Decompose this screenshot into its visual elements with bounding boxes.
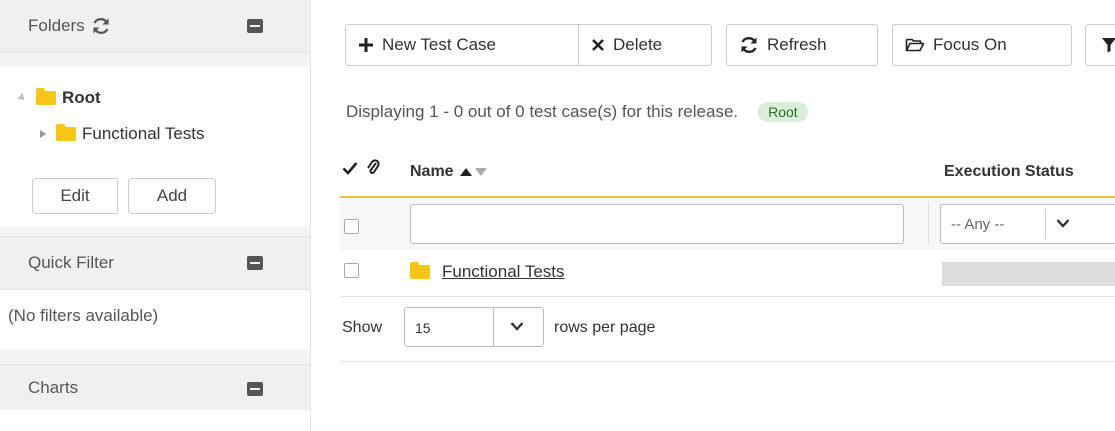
refresh-icon <box>741 36 757 54</box>
new-test-case-button[interactable]: New Test Case <box>345 24 579 66</box>
folder-icon <box>36 88 56 105</box>
edit-folder-button[interactable]: Edit <box>32 178 118 214</box>
folders-title-label: Folders <box>28 16 85 35</box>
tree-item-label: Functional Tests <box>82 124 205 143</box>
execution-status-column-header[interactable]: Execution Status <box>944 163 1074 181</box>
select-divider <box>1045 209 1046 239</box>
plus-icon <box>359 38 373 52</box>
name-column-label: Name <box>410 163 454 180</box>
status-line: Displaying 1 - 0 out of 0 test case(s) f… <box>346 102 808 122</box>
charts-body <box>0 410 310 431</box>
rows-per-page-value: 15 <box>415 320 431 336</box>
delete-label: Delete <box>613 35 663 54</box>
root-badge[interactable]: Root <box>758 102 808 122</box>
execution-status-bar <box>942 262 1115 286</box>
name-column-header[interactable]: Name <box>410 163 487 181</box>
expand-arrow-icon[interactable] <box>17 93 27 103</box>
folder-icon <box>56 124 76 141</box>
charts-title: Charts <box>28 378 79 397</box>
rows-per-page-label: rows per page <box>554 319 656 336</box>
tree-item-root[interactable]: Root <box>17 88 101 108</box>
filter-row-checkbox[interactable] <box>344 219 359 234</box>
folder-row-link[interactable]: Functional Tests <box>410 262 565 282</box>
filter-button[interactable] <box>1085 24 1115 66</box>
collapsed-arrow-icon[interactable] <box>40 130 46 138</box>
focus-on-button[interactable]: Focus On <box>892 24 1072 66</box>
table-row[interactable]: Functional Tests <box>340 250 1115 297</box>
tree-item-label: Root <box>62 88 101 107</box>
select-all-check-icon[interactable] <box>342 161 358 175</box>
close-icon <box>592 39 604 51</box>
no-filters-text: (No filters available) <box>8 306 159 325</box>
charts-panel-header: Charts <box>0 364 310 412</box>
focus-on-label: Focus On <box>933 35 1007 54</box>
new-test-case-label: New Test Case <box>382 35 497 54</box>
refresh-button[interactable]: Refresh <box>726 24 878 66</box>
table-header: Name Execution Status <box>340 152 1115 198</box>
collapse-icon[interactable] <box>247 256 263 270</box>
execution-status-filter-select[interactable]: -- Any -- <box>940 204 1115 244</box>
rows-per-page-select[interactable]: 15 <box>404 307 544 347</box>
row-checkbox[interactable] <box>344 263 359 278</box>
quick-filter-title: Quick Filter <box>28 253 114 272</box>
folder-tree: Root Functional Tests Edit Add <box>0 66 310 226</box>
pager: Show 15 rows per page <box>340 297 1115 362</box>
collapse-icon[interactable] <box>247 19 263 33</box>
sidebar: Folders Root Functional Tests Edit Add Q… <box>0 0 311 431</box>
sort-descending-icon[interactable] <box>474 168 487 176</box>
delete-button[interactable]: Delete <box>578 24 712 66</box>
row-name-link[interactable]: Functional Tests <box>442 262 565 282</box>
column-divider <box>928 202 929 244</box>
tree-item-functional-tests[interactable]: Functional Tests <box>40 124 205 144</box>
folders-panel-title: Folders <box>28 16 111 36</box>
quick-filter-panel-header: Quick Filter <box>0 236 310 290</box>
filter-row: -- Any -- <box>340 198 1115 251</box>
refresh-icon[interactable] <box>91 17 111 35</box>
select-divider <box>493 308 494 346</box>
status-filter-value: -- Any -- <box>951 216 1005 233</box>
folders-panel-header: Folders <box>0 0 310 53</box>
chevron-down-icon[interactable] <box>510 320 524 332</box>
sort-ascending-icon[interactable] <box>459 168 472 176</box>
chevron-down-icon[interactable] <box>1056 217 1070 229</box>
name-filter-input[interactable] <box>410 204 904 244</box>
show-label: Show <box>342 319 383 336</box>
add-folder-button[interactable]: Add <box>128 178 216 214</box>
filter-icon <box>1102 38 1115 53</box>
paperclip-icon <box>366 158 380 176</box>
display-count-text: Displaying 1 - 0 out of 0 test case(s) f… <box>346 102 739 121</box>
folder-open-icon <box>905 38 925 52</box>
refresh-label: Refresh <box>767 35 827 54</box>
folder-icon <box>410 262 430 279</box>
collapse-icon[interactable] <box>247 382 263 396</box>
